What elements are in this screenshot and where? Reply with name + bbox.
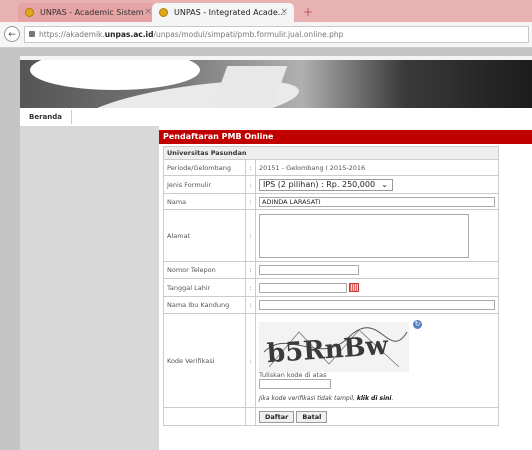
university-name: Universitas Pasundan [163, 146, 499, 160]
back-button[interactable]: ← [4, 26, 20, 42]
close-icon[interactable]: × [144, 3, 152, 22]
form-header-row: Universitas Pasundan [163, 146, 499, 160]
periode-value: 20151 - Gelombang I 2015-2016 [255, 159, 499, 176]
colon: : [245, 261, 256, 279]
field-label: Alamat [162, 209, 247, 262]
kode-help-text: Jika kode verifikasi tidak tampil, [259, 394, 357, 402]
form-row-periode: Periode/Gelombang : 20151 - Gelombang I … [162, 159, 499, 176]
telepon-cell [255, 261, 499, 279]
url-prefix: https://akademik. [39, 30, 105, 39]
nama-cell: ADINDA LARASATI [255, 193, 499, 210]
url-path: /unpas/modul/simpati/pmb.formulir.jual.o… [153, 30, 344, 39]
tab-label: UNPAS - Integrated Acade... [174, 8, 286, 17]
form-row-ibu: Nama Ibu Kandung : [162, 296, 499, 314]
form-title: Pendaftaran PMB Online [159, 130, 532, 144]
colon: : [245, 193, 256, 210]
colon: : [245, 175, 256, 194]
tab-label: UNPAS - Academic Sistem [40, 8, 144, 17]
tanggal-cell [255, 278, 499, 297]
chevron-down-icon: ⌄ [381, 179, 388, 189]
nama-input[interactable]: ADINDA LARASATI [259, 196, 495, 207]
colon: : [245, 209, 256, 262]
select-value: IPS (2 pilihan) : Rp. 250,000 [263, 179, 376, 189]
colon: : [245, 159, 256, 176]
empty-cell [162, 407, 247, 426]
calendar-icon[interactable] [349, 283, 359, 292]
nav-beranda[interactable]: Beranda [29, 110, 72, 124]
colon: : [245, 278, 256, 297]
field-label: Nomor Telepon [162, 261, 247, 279]
form-row-jenis: Jenis Formulir : IPS (2 pilihan) : Rp. 2… [162, 175, 499, 194]
colon: : [245, 313, 256, 408]
ibu-input[interactable] [259, 300, 495, 310]
field-label: Tanggal Lahir [162, 278, 247, 297]
alamat-cell [255, 209, 499, 262]
field-label: Nama Ibu Kandung [162, 296, 247, 314]
browser-tab-bar: UNPAS - Academic Sistem × UNPAS - Integr… [0, 0, 532, 22]
page-background: Beranda Pendaftaran PMB Online Universit… [0, 48, 532, 450]
telepon-input[interactable] [259, 265, 359, 275]
registration-form: Universitas Pasundan Periode/Gelombang :… [162, 146, 499, 426]
jenis-formulir-select[interactable]: IPS (2 pilihan) : Rp. 250,000 ⌄ [259, 178, 393, 191]
new-tab-button[interactable]: + [300, 5, 316, 19]
url-domain: unpas.ac.id [104, 30, 154, 39]
field-label: Kode Verifikasi [162, 313, 247, 408]
banner-graphic [30, 60, 200, 90]
jenis-cell: IPS (2 pilihan) : Rp. 250,000 ⌄ [255, 175, 499, 194]
captcha-image: b5RnBw [259, 321, 409, 372]
buttons-cell: Daftar Batal [255, 407, 499, 426]
field-label: Nama [162, 193, 247, 210]
address-bar-row: ← https://akademik.unpas.ac.id/unpas/mod… [0, 22, 532, 48]
site-wrapper: Beranda Pendaftaran PMB Online Universit… [20, 56, 532, 450]
tanggal-input[interactable] [259, 282, 347, 293]
ibu-cell [255, 296, 499, 314]
field-label: Periode/Gelombang [162, 159, 247, 176]
main-nav: Beranda [20, 108, 532, 127]
daftar-button[interactable]: Daftar [259, 410, 295, 423]
alamat-textarea[interactable] [259, 213, 469, 258]
main-content: Pendaftaran PMB Online Universitas Pasun… [159, 126, 532, 450]
url-field[interactable]: https://akademik.unpas.ac.id/unpas/modul… [24, 26, 529, 43]
form-row-telepon: Nomor Telepon : [162, 261, 499, 279]
form-row-tanggal: Tanggal Lahir : [162, 278, 499, 297]
batal-button[interactable]: Batal [296, 410, 328, 423]
empty-cell [245, 407, 256, 426]
close-icon[interactable]: × [280, 3, 288, 22]
kode-help: Jika kode verifikasi tidak tampil, klik … [259, 394, 394, 402]
tab-academic-system[interactable]: UNPAS - Academic Sistem × [18, 3, 158, 22]
kode-hint: Tuliskan kode di atas [259, 370, 327, 379]
kode-cell: b5RnBw ↻ Tuliskan kode di atas Jika kode… [255, 313, 499, 408]
kode-help-link[interactable]: klik di sini [357, 395, 392, 402]
unpas-favicon-icon [159, 8, 168, 17]
form-row-nama: Nama : ADINDA LARASATI [162, 193, 499, 210]
refresh-icon[interactable]: ↻ [413, 319, 422, 329]
form-row-alamat: Alamat : [162, 209, 499, 262]
form-row-kode: Kode Verifikasi : b5RnBw ↻ Tuliskan kode… [162, 313, 499, 408]
tab-integrated-academic[interactable]: UNPAS - Integrated Acade... × [152, 3, 294, 22]
kode-input[interactable] [259, 378, 331, 389]
unpas-favicon-icon [25, 8, 34, 17]
colon: : [245, 296, 256, 314]
form-row-buttons: Daftar Batal [162, 407, 499, 426]
lock-icon [29, 31, 35, 37]
header-banner [20, 60, 532, 108]
sidebar [20, 126, 159, 450]
field-label: Jenis Formulir [162, 175, 247, 194]
